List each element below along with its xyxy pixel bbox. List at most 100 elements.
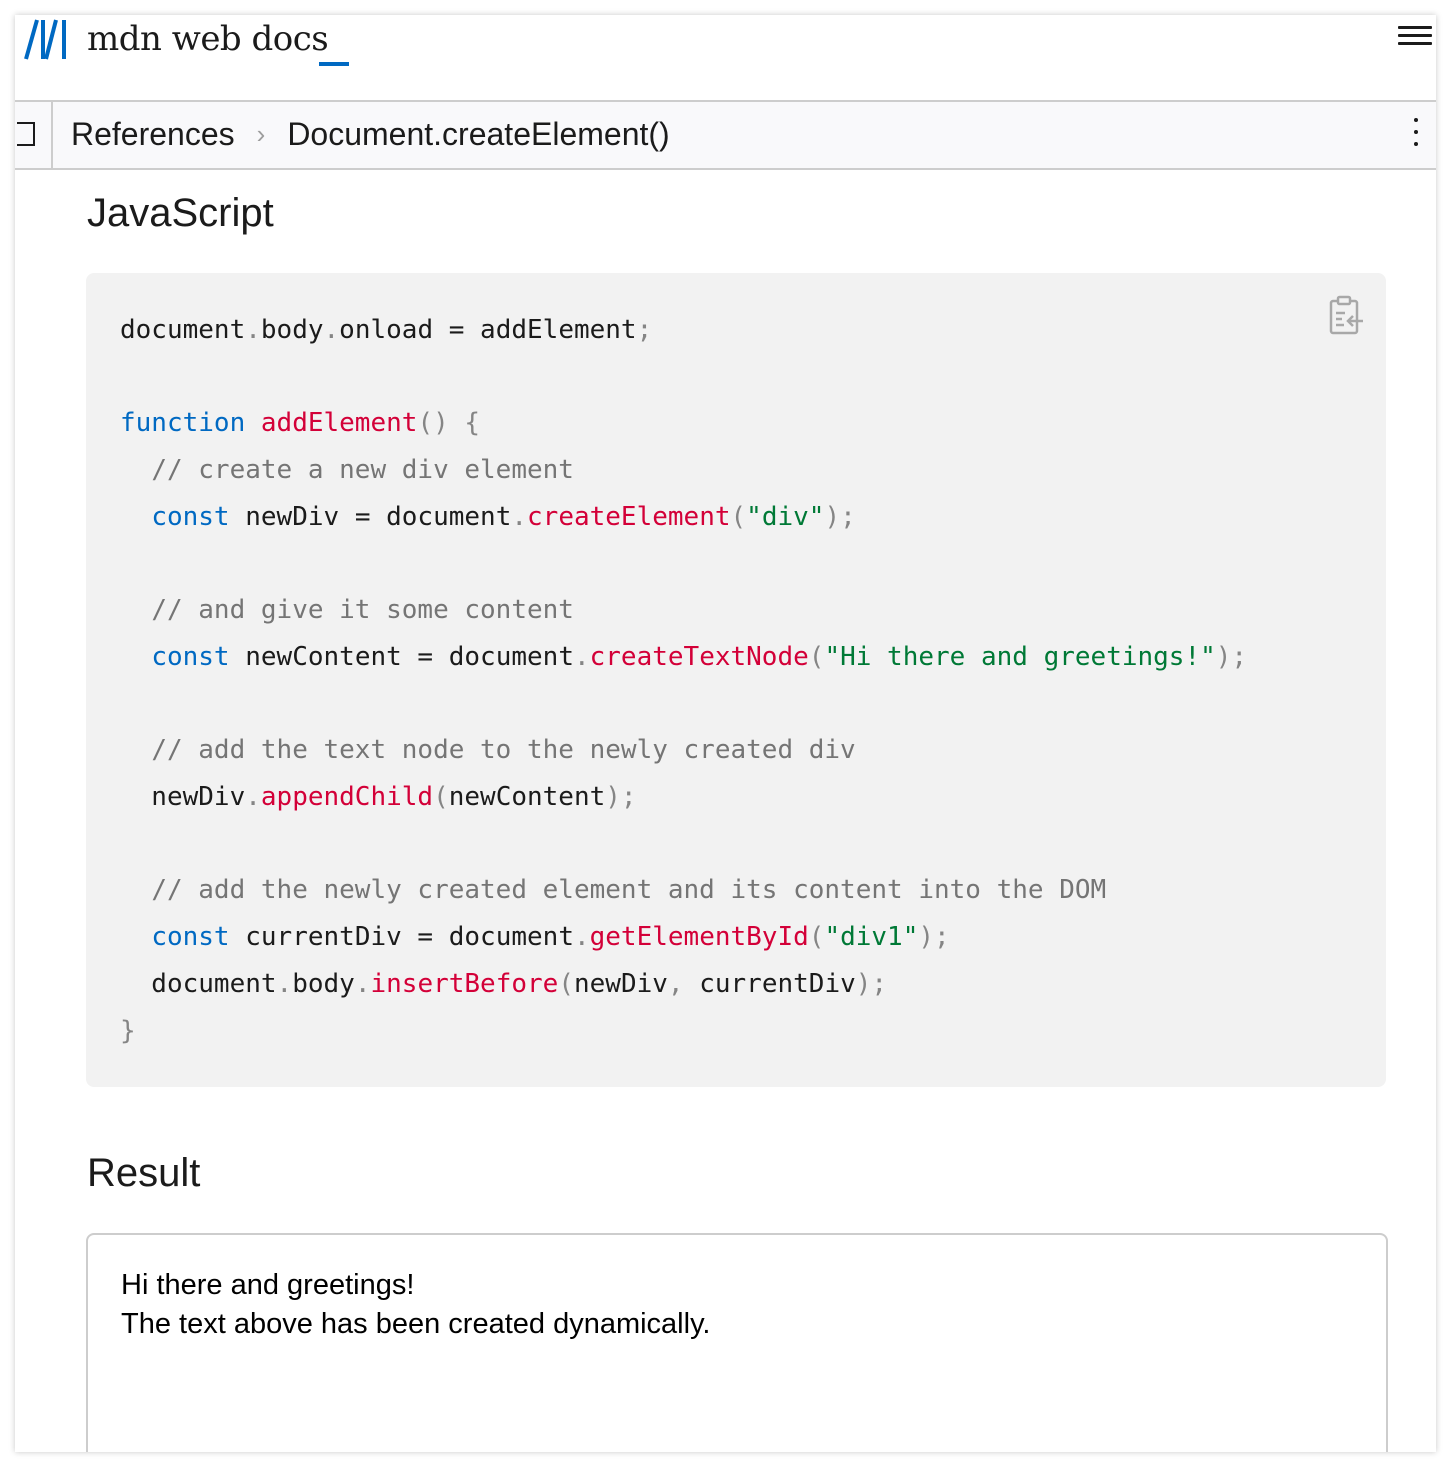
code-token: body (260, 315, 324, 345)
code-line: document.body.onload = addElement; (120, 307, 1247, 354)
code-token: getElementById (589, 922, 809, 953)
code-token: currentDiv = document (229, 922, 574, 953)
code-token: ); (1215, 641, 1248, 672)
code-token: document (120, 315, 246, 345)
result-text: Hi there and greetings! The text above h… (121, 1266, 710, 1344)
code-token: onload = addElement (339, 315, 637, 345)
code-token: function (120, 408, 246, 439)
code-line: // add the text node to the newly create… (120, 727, 1247, 774)
code-token: ; (636, 315, 653, 345)
code-token: . (573, 641, 590, 672)
code-token: ( (808, 641, 825, 672)
code-line: const newDiv = document.createElement("d… (120, 494, 1247, 541)
copy-code-button[interactable] (1328, 295, 1366, 337)
code-token: newDiv (573, 968, 668, 999)
code-token: . (573, 922, 590, 953)
result-heading: Result (87, 1151, 201, 1195)
code-line: } (120, 1008, 1247, 1055)
sidebar-toggle-button[interactable] (15, 102, 53, 168)
code-token: const (151, 922, 230, 953)
result-line-1: Hi there and greetings! (121, 1269, 415, 1301)
code-token: // and give it some content (151, 595, 574, 626)
code-token: . (276, 968, 293, 999)
code-token: ); (918, 922, 950, 953)
code-token: () { (417, 408, 481, 439)
sidebar-toggle-icon (17, 122, 35, 146)
clipboard-copy-icon (1329, 295, 1363, 335)
code-token: createElement (527, 501, 731, 532)
code-token: . (511, 501, 528, 532)
code-line: // add the newly created element and its… (120, 867, 1247, 914)
kebab-menu-icon (1414, 118, 1418, 122)
code-line: const currentDiv = document.getElementBy… (120, 914, 1247, 961)
code-token: body (292, 968, 355, 999)
site-header: mdn web docs (15, 15, 1436, 102)
code-token: ); (824, 501, 856, 532)
result-output-frame: Hi there and greetings! The text above h… (86, 1233, 1388, 1452)
code-token: ); (855, 968, 888, 999)
code-token: document (120, 968, 277, 999)
code-token: ( (558, 968, 574, 999)
code-token: // create a new div element (151, 455, 574, 486)
code-token: appendChild (260, 782, 434, 813)
code-token: // add the newly created element and its… (151, 875, 1107, 906)
code-token: ( (808, 922, 825, 953)
code-token: insertBefore (370, 968, 559, 999)
more-options-button[interactable] (1404, 118, 1428, 154)
breadcrumb-current-page[interactable]: Document.createElement() (287, 116, 669, 153)
chevron-right-icon: › (256, 119, 266, 149)
code-line: document.body.insertBefore(newDiv, curre… (120, 961, 1247, 1008)
code-token: . (354, 968, 371, 999)
breadcrumb-references[interactable]: References (71, 116, 235, 153)
code-token: ( (730, 501, 747, 532)
code-token: currentDiv (683, 968, 856, 999)
code-token: addElement (260, 408, 418, 439)
code-token: newDiv = document (229, 501, 512, 532)
hamburger-menu-button[interactable] (1396, 21, 1436, 57)
code-line: newDiv.appendChild(newContent); (120, 774, 1247, 821)
code-token: ); (605, 782, 637, 813)
code-token: newContent = document (229, 641, 574, 672)
code-token: "div1" (824, 922, 919, 953)
hamburger-icon (1398, 26, 1432, 29)
code-token: createTextNode (589, 641, 809, 672)
code-token: } (120, 1015, 136, 1046)
code-line: const newContent = document.createTextNo… (120, 634, 1247, 681)
code-token: ( (433, 782, 449, 813)
code-line: // create a new div element (120, 447, 1247, 494)
breadcrumb: References › Document.createElement() (71, 116, 670, 153)
code-token: "Hi there and greetings!" (824, 641, 1216, 672)
breadcrumb-bar: References › Document.createElement() (15, 102, 1436, 170)
code-token: "div" (746, 501, 825, 532)
code-content[interactable]: document.body.onload = addElement; funct… (120, 307, 1247, 1054)
logo-text: mdn web docs (87, 19, 329, 59)
code-token: newDiv (120, 782, 246, 813)
code-token: . (245, 782, 261, 813)
code-line: // and give it some content (120, 587, 1247, 634)
result-line-2: The text above has been created dynamica… (121, 1308, 711, 1340)
code-block: document.body.onload = addElement; funct… (86, 273, 1386, 1087)
code-token: // add the text node to the newly create… (151, 735, 856, 766)
code-token: . (323, 315, 340, 345)
code-token: , (667, 968, 684, 999)
javascript-heading: JavaScript (87, 191, 274, 235)
code-token: . (245, 315, 261, 345)
code-token: newContent (448, 782, 606, 813)
logo-cursor (319, 62, 349, 66)
code-line: function addElement() { (120, 400, 1247, 447)
mdn-logo-icon (24, 19, 66, 60)
code-token: const (151, 641, 230, 672)
code-token: const (151, 501, 230, 532)
